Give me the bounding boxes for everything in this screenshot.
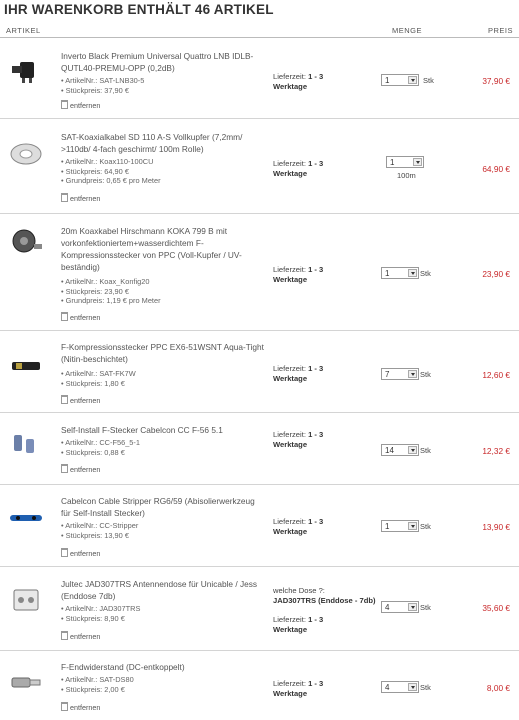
product-image-self-install-plug[interactable] — [8, 431, 44, 457]
cart-row: 20m Koaxkabel Hirschmann KOKA 799 B mit … — [0, 214, 519, 331]
product-details: ArtikelNr.: CC-F56_5-1Stückpreis: 0,88 € — [61, 438, 266, 457]
line-price: 12,60 € — [482, 370, 510, 380]
cart-row: Jultec JAD307TRS Antennendose für Unicab… — [0, 567, 519, 651]
trash-icon — [61, 548, 68, 557]
cart-title: IHR WARENKORB ENTHÄLT 46 ARTIKEL — [4, 2, 274, 17]
product-name[interactable]: 20m Koaxkabel Hirschmann KOKA 799 B mit … — [61, 225, 266, 273]
product-image-cable-roll[interactable] — [8, 141, 44, 167]
product-name[interactable]: Self-Install F-Stecker Cabelcon CC F-56 … — [61, 424, 266, 436]
quantity-select[interactable]: 4 — [381, 681, 419, 693]
quantity-unit: 100m — [397, 171, 416, 180]
chevron-down-icon — [408, 683, 417, 691]
product-details: ArtikelNr.: CC-StripperStückpreis: 13,90… — [61, 521, 266, 540]
delivery-time: Lieferzeit: 1 - 3 Werktage — [273, 517, 324, 536]
trash-icon — [61, 395, 68, 404]
quantity-select[interactable]: 1 — [381, 267, 419, 279]
trash-icon — [61, 100, 68, 109]
quantity-unit: Stk — [420, 683, 431, 692]
remove-link[interactable]: entfernen — [61, 631, 100, 641]
product-details: ArtikelNr.: SAT-LNB30-5Stückpreis: 37,90… — [61, 76, 266, 95]
column-header-price: PREIS — [488, 26, 514, 35]
delivery-time: Lieferzeit: 1 - 3 Werktage — [273, 159, 324, 178]
quantity-select[interactable]: 14 — [381, 444, 419, 456]
product-name[interactable]: Cabelcon Cable Stripper RG6/59 (Abisolie… — [61, 495, 266, 519]
remove-link[interactable]: entfernen — [61, 100, 100, 110]
cart-row: Self-Install F-Stecker Cabelcon CC F-56 … — [0, 413, 519, 485]
delivery-time: Lieferzeit: 1 - 3 Werktage — [273, 679, 324, 698]
quantity-unit: Stk — [420, 446, 431, 455]
trash-icon — [61, 193, 68, 202]
product-name[interactable]: Jultec JAD307TRS Antennendose für Unicab… — [61, 578, 266, 602]
product-image-antenna-socket[interactable] — [8, 587, 44, 613]
product-name[interactable]: Inverto Black Premium Universal Quattro … — [61, 50, 266, 74]
chevron-down-icon — [408, 370, 417, 378]
remove-link[interactable]: entfernen — [61, 395, 100, 405]
product-image-f-connector[interactable] — [8, 353, 44, 379]
remove-link[interactable]: entfernen — [61, 702, 100, 712]
delivery-time: Lieferzeit: 1 - 3 Werktage — [273, 265, 324, 284]
chevron-down-icon — [413, 158, 422, 166]
trash-icon — [61, 631, 68, 640]
quantity-unit: Stk — [420, 269, 431, 278]
line-price: 37,90 € — [482, 76, 510, 86]
trash-icon — [61, 702, 68, 711]
column-header-quantity: MENGE — [392, 26, 423, 35]
chevron-down-icon — [408, 603, 417, 611]
line-price: 8,00 € — [486, 683, 510, 693]
quantity-select[interactable]: 1 — [386, 156, 424, 168]
cart-row: Inverto Black Premium Universal Quattro … — [0, 38, 519, 119]
delivery-time: Lieferzeit: 1 - 3 Werktage — [273, 72, 324, 91]
product-details: ArtikelNr.: SAT-FK7WStückpreis: 1,80 € — [61, 369, 266, 388]
product-image-terminator[interactable] — [8, 669, 44, 695]
product-image-coax-cable[interactable] — [8, 228, 44, 254]
delivery-time: Lieferzeit: 1 - 3 Werktage — [273, 430, 324, 449]
remove-link[interactable]: entfernen — [61, 464, 100, 474]
product-image-cable-stripper[interactable] — [8, 505, 44, 531]
cart-row: F-Endwiderstand (DC-entkoppelt) ArtikelN… — [0, 651, 519, 720]
delivery-time: Lieferzeit: 1 - 3 Werktage — [273, 615, 324, 634]
delivery-time: Lieferzeit: 1 - 3 Werktage — [273, 364, 324, 383]
chevron-down-icon — [408, 446, 417, 454]
line-price: 23,90 € — [482, 269, 510, 279]
product-details: ArtikelNr.: JAD307TRSStückpreis: 8,90 € — [61, 604, 266, 623]
product-details: ArtikelNr.: Koax_Konfig20Stückpreis: 23,… — [61, 277, 266, 306]
quantity-unit: Stk — [420, 370, 431, 379]
line-price: 35,60 € — [482, 603, 510, 613]
cart-row: F-Kompressionsstecker PPC EX6-51WSNT Aqu… — [0, 331, 519, 413]
quantity-select[interactable]: 4 — [381, 601, 419, 613]
product-image-lnb[interactable] — [8, 58, 44, 84]
chevron-down-icon — [408, 269, 417, 277]
quantity-select[interactable]: 1 — [381, 520, 419, 532]
chevron-down-icon — [408, 76, 417, 84]
quantity-unit: Stk — [420, 603, 431, 612]
product-option: welche Dose ?: JAD307TRS (Enddose - 7db) — [273, 586, 376, 605]
column-header-article: ARTIKEL — [6, 26, 41, 35]
product-name[interactable]: F-Endwiderstand (DC-entkoppelt) — [61, 661, 266, 673]
remove-link[interactable]: entfernen — [61, 193, 100, 203]
line-price: 13,90 € — [482, 522, 510, 532]
line-price: 12,32 € — [482, 446, 510, 456]
cart-row: SAT-Koaxialkabel SD 110 A-S Vollkupfer (… — [0, 119, 519, 214]
product-name[interactable]: F-Kompressionsstecker PPC EX6-51WSNT Aqu… — [61, 341, 266, 365]
remove-link[interactable]: entfernen — [61, 548, 100, 558]
chevron-down-icon — [408, 522, 417, 530]
remove-link[interactable]: entfernen — [61, 312, 100, 322]
quantity-unit: Stk — [420, 522, 431, 531]
quantity-select[interactable]: 7 — [381, 368, 419, 380]
trash-icon — [61, 312, 68, 321]
product-details: ArtikelNr.: Koax110-100CUStückpreis: 64,… — [61, 157, 266, 186]
cart-row: Cabelcon Cable Stripper RG6/59 (Abisolie… — [0, 485, 519, 567]
quantity-select[interactable]: 1 — [381, 74, 419, 86]
line-price: 64,90 € — [482, 164, 510, 174]
quantity-unit: Stk — [423, 76, 434, 85]
product-details: ArtikelNr.: SAT-DS80Stückpreis: 2,00 € — [61, 675, 266, 694]
trash-icon — [61, 464, 68, 473]
product-name[interactable]: SAT-Koaxialkabel SD 110 A-S Vollkupfer (… — [61, 131, 266, 155]
